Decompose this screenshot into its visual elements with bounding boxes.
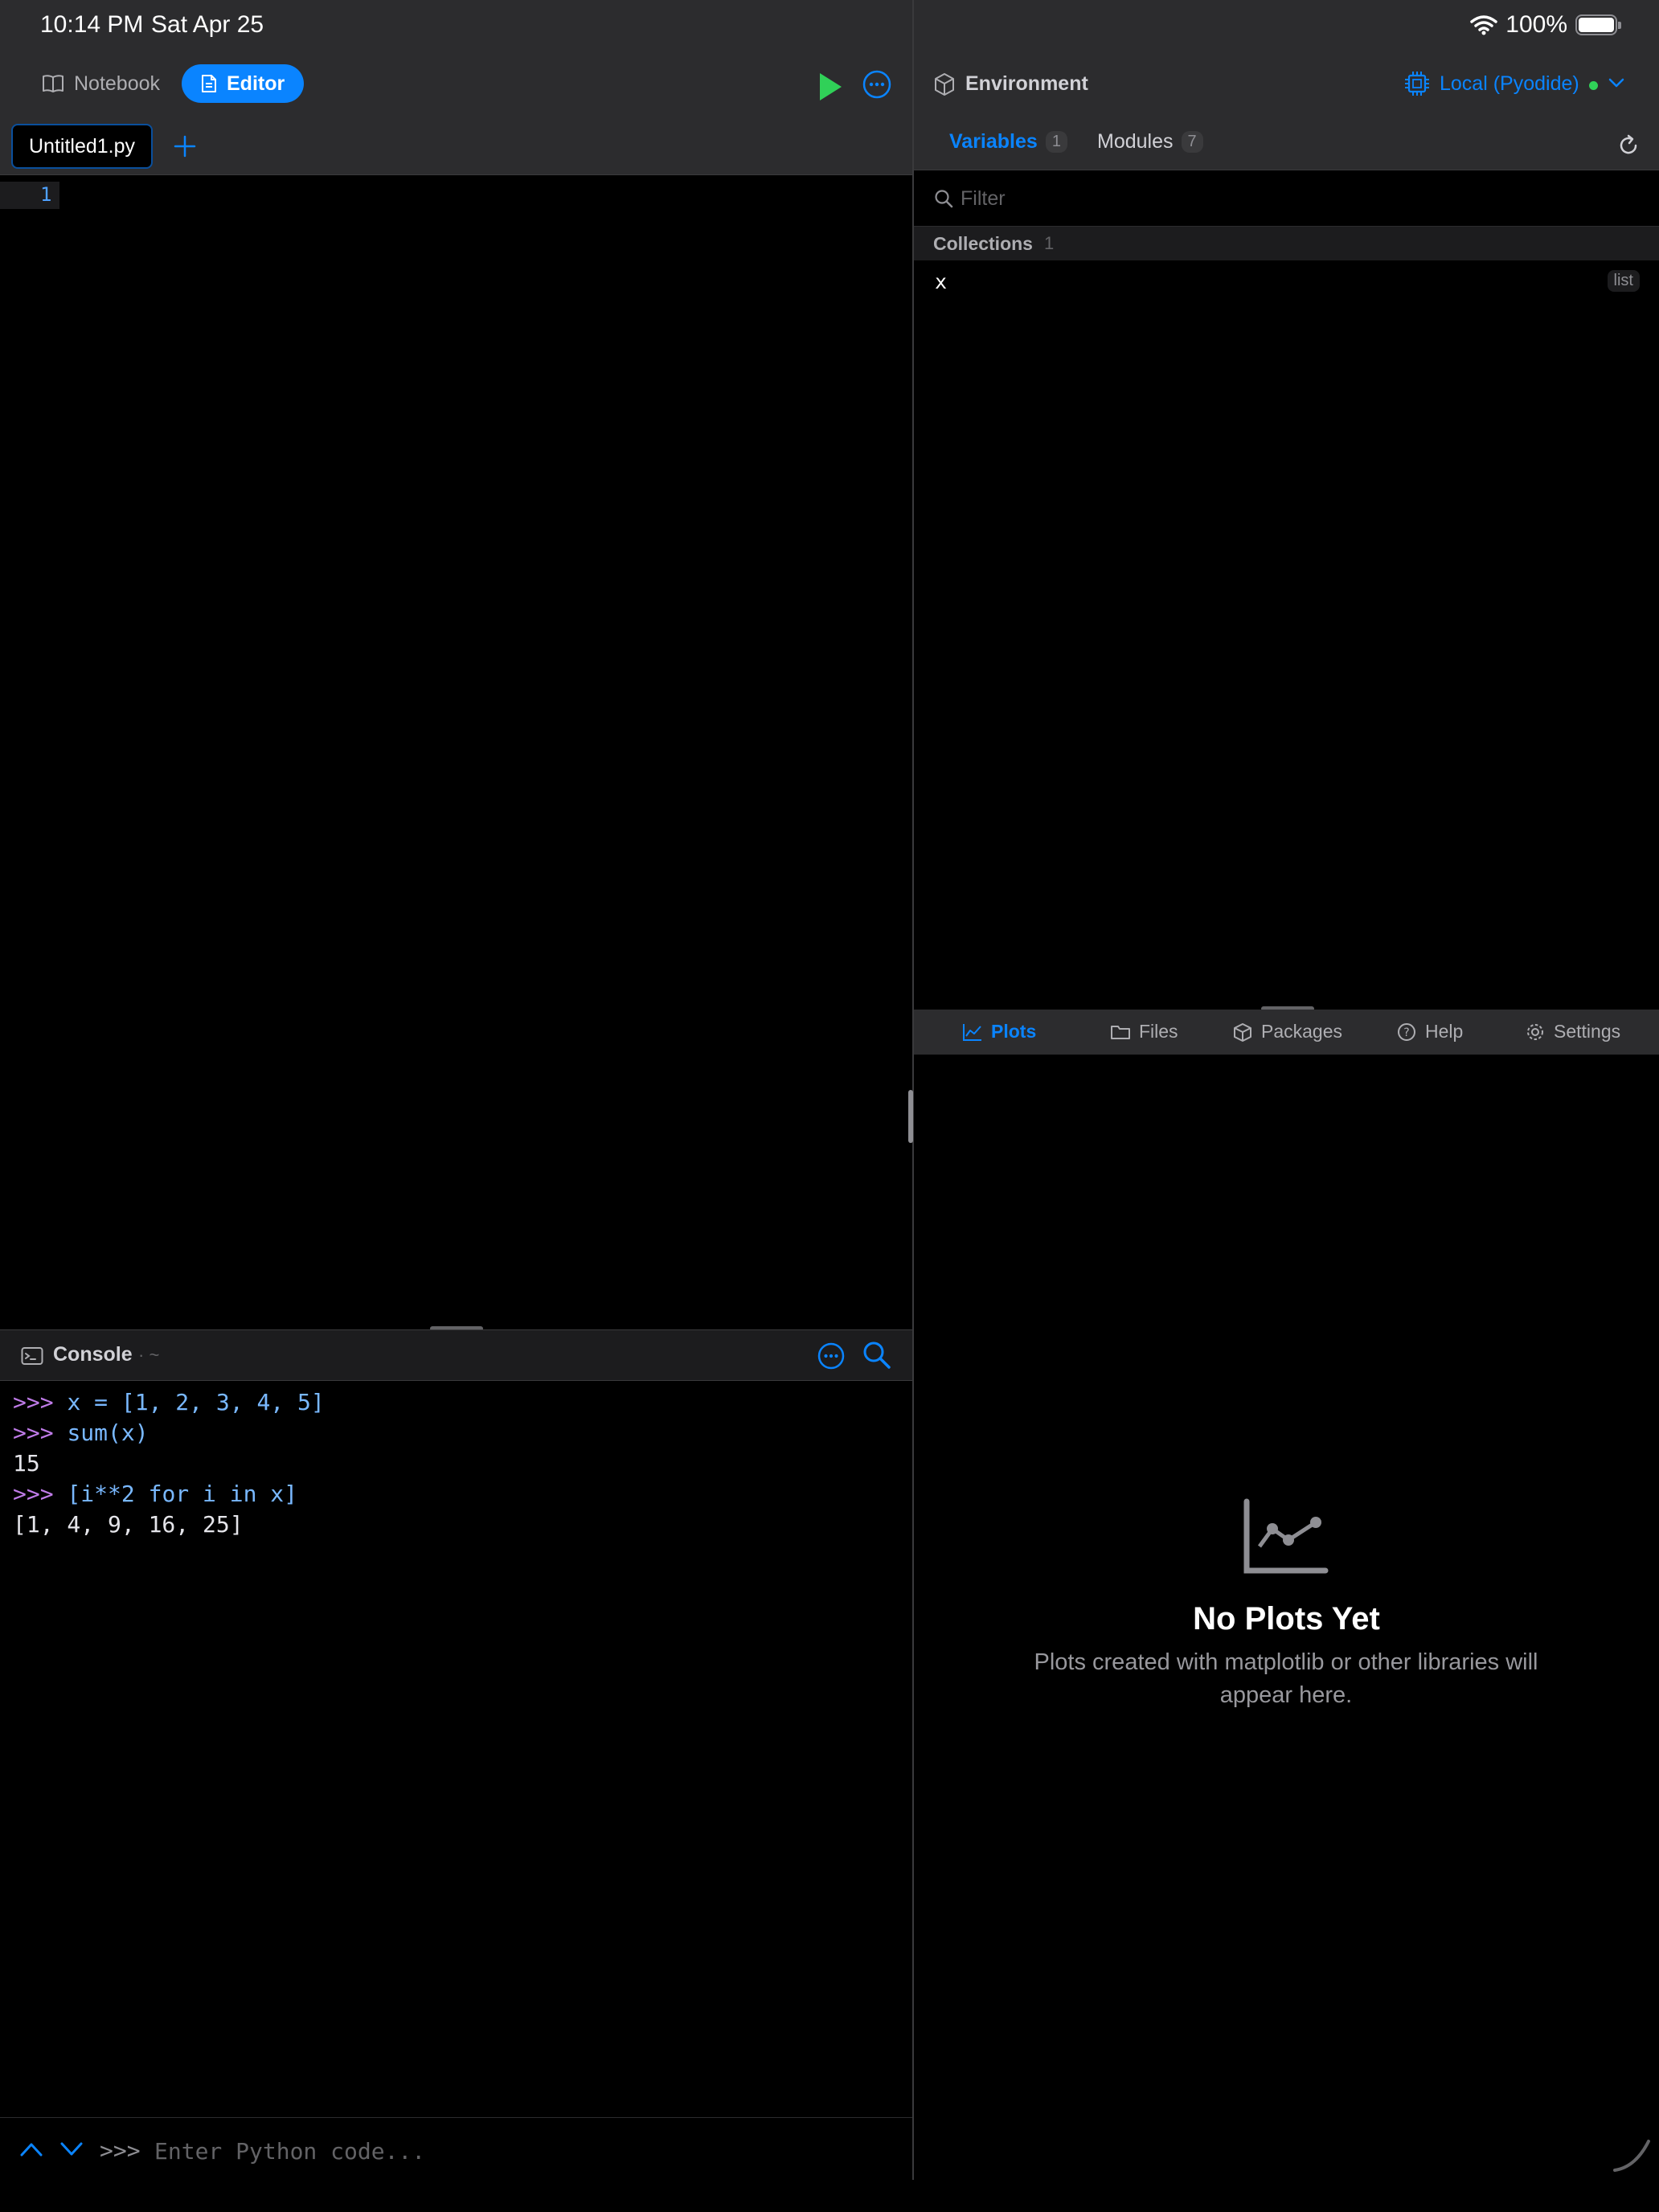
collections-section-header[interactable]: Collections 1 — [914, 227, 1659, 260]
variables-count-badge: 1 — [1045, 131, 1067, 153]
chevron-down-icon[interactable] — [1608, 77, 1624, 88]
tab-packages[interactable]: Packages — [1232, 1021, 1342, 1043]
plots-area: No Plots Yet Plots created with matplotl… — [914, 1055, 1659, 2180]
chart-icon — [963, 1023, 981, 1041]
variable-row[interactable]: x list — [914, 260, 1659, 301]
tab-variables[interactable]: Variables 1 — [949, 130, 1067, 154]
svg-text:?: ? — [1403, 1026, 1409, 1039]
search-icon[interactable] — [862, 1340, 892, 1370]
code-editor[interactable]: 1 — [0, 175, 912, 1329]
run-icon[interactable] — [817, 71, 844, 103]
tab-plots[interactable]: Plots — [962, 1021, 1036, 1043]
console-line: >>> x = [1, 2, 3, 4, 5] — [13, 1389, 325, 1415]
cpu-icon[interactable] — [1403, 69, 1432, 98]
more-options-icon[interactable] — [862, 69, 892, 100]
refresh-icon[interactable] — [1616, 133, 1641, 158]
console-output: >>> x = [1, 2, 3, 4, 5] >>> sum(x) 15 >>… — [13, 1387, 325, 1540]
modules-count-badge: 7 — [1181, 131, 1203, 153]
kernel-selector[interactable]: Local (Pyodide) — [1440, 72, 1579, 96]
line-number: 1 — [40, 183, 52, 206]
folder-icon — [1111, 1025, 1130, 1039]
cube-icon — [935, 73, 954, 96]
right-pane: Environment Local (Pyodide) Variables 1 … — [914, 0, 1659, 2212]
status-time: 10:14 PM — [40, 11, 144, 38]
editor-mode-button[interactable]: Editor — [182, 64, 305, 103]
chart-icon — [1243, 1498, 1329, 1574]
environment-header: Environment Local (Pyodide) — [914, 51, 1659, 121]
notebook-mode-button[interactable]: Notebook — [23, 64, 179, 103]
environment-title: Environment — [965, 72, 1088, 95]
kernel-status-dot — [1589, 81, 1598, 90]
filter-input[interactable] — [961, 180, 1636, 217]
bottom-panel-tabs: Plots Files Packages ? Help Settings — [914, 1010, 1659, 1055]
empty-state-title: No Plots Yet — [1193, 1601, 1380, 1636]
document-icon — [202, 75, 216, 92]
tab-files[interactable]: Files — [1110, 1021, 1178, 1043]
console-more-icon[interactable] — [817, 1342, 846, 1370]
split-view-handle[interactable] — [908, 1090, 913, 1143]
help-icon: ? — [1398, 1022, 1415, 1041]
history-up-icon[interactable] — [19, 2140, 43, 2158]
left-toolbar: Notebook Editor — [0, 51, 912, 121]
section-count: 1 — [1044, 233, 1055, 253]
empty-state-subtitle: Plots created with matplotlib or other l… — [1034, 1649, 1538, 1708]
tab-settings[interactable]: Settings — [1525, 1021, 1620, 1043]
console-header: Console · ~ — [0, 1329, 912, 1381]
console-line: 15 — [13, 1450, 40, 1477]
console-input[interactable] — [154, 2131, 878, 2171]
console-path: · ~ — [138, 1345, 160, 1365]
environment-tabs: Variables 1 Modules 7 — [914, 121, 1659, 170]
console-line: >>> [i**2 for i in x] — [13, 1481, 298, 1507]
resize-corner-icon[interactable] — [1612, 2138, 1652, 2173]
section-title: Collections — [933, 233, 1033, 254]
package-icon — [1234, 1022, 1251, 1042]
notebook-mode-label: Notebook — [74, 72, 161, 95]
variable-type-badge: list — [1607, 270, 1640, 292]
console-line: >>> sum(x) — [13, 1419, 149, 1446]
tab-untitled1[interactable]: Untitled1.py — [11, 124, 154, 169]
console-line: [1, 4, 9, 16, 25] — [13, 1511, 244, 1538]
tab-help[interactable]: ? Help — [1396, 1021, 1463, 1043]
editor-mode-label: Editor — [227, 72, 285, 95]
gear-icon — [1527, 1023, 1543, 1040]
left-pane: Notebook Editor Untitled1.py 1 Console · — [0, 51, 912, 2212]
search-icon — [935, 190, 953, 208]
input-prompt: >>> — [100, 2137, 141, 2164]
console-input-bar: >>> — [0, 2117, 912, 2185]
add-tab-icon[interactable] — [170, 132, 199, 161]
terminal-icon — [21, 1347, 43, 1365]
history-down-icon[interactable] — [59, 2140, 84, 2158]
variable-name: x — [935, 270, 948, 293]
tab-modules[interactable]: Modules 7 — [1097, 130, 1203, 154]
book-icon — [43, 75, 63, 92]
filter-bar — [914, 170, 1659, 227]
console-title: Console — [53, 1343, 133, 1366]
status-date: Sat Apr 25 — [151, 11, 264, 38]
